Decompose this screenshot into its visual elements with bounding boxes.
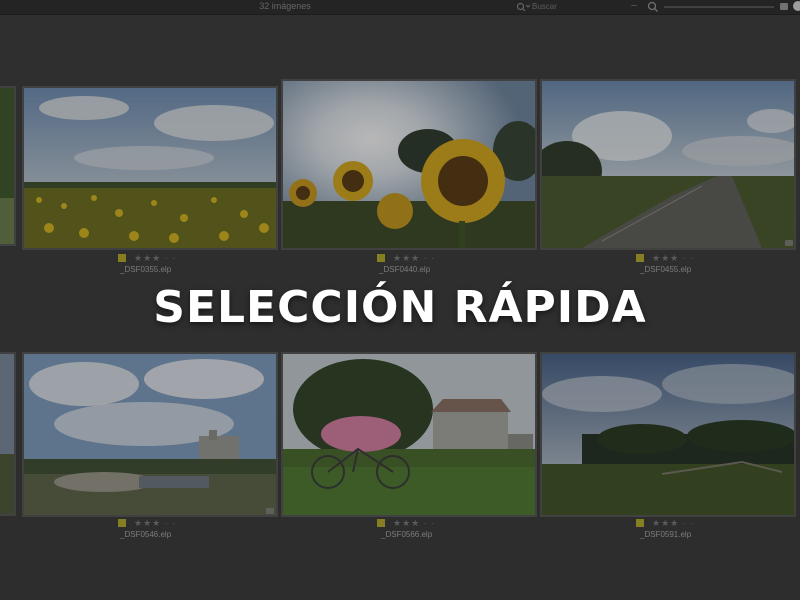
star-rating[interactable]: ★★★ · ·	[134, 254, 176, 263]
thumbnail-image[interactable]	[281, 352, 537, 517]
star-rating[interactable]: ★★★ · ·	[134, 519, 176, 528]
star-rating[interactable]: ★★★ · ·	[652, 519, 694, 528]
thumbnail-image[interactable]	[281, 79, 537, 250]
search-icon	[516, 2, 530, 12]
badge-icon	[785, 240, 793, 246]
image-count: 32 imágenes	[259, 1, 311, 11]
color-label[interactable]	[118, 254, 126, 262]
zoom-icon[interactable]	[647, 1, 659, 13]
color-label[interactable]	[377, 254, 385, 262]
color-label[interactable]	[636, 519, 644, 527]
file-name: _DSF0566.elp	[381, 530, 433, 539]
star-rating[interactable]: ★★★ · ·	[652, 254, 694, 263]
file-name: _DSF0546.elp	[120, 530, 172, 539]
file-name: _DSF0440.elp	[379, 265, 431, 274]
badge-icon	[266, 508, 274, 514]
color-label[interactable]	[636, 254, 644, 262]
partial-thumbnail[interactable]	[0, 86, 16, 246]
zoom-out-button[interactable]: –	[628, 0, 640, 13]
star-rating[interactable]: ★★★ · ·	[393, 519, 435, 528]
color-label[interactable]	[118, 519, 126, 527]
star-rating[interactable]: ★★★ · ·	[393, 254, 435, 263]
thumbnail-image[interactable]	[540, 352, 796, 517]
file-name: _DSF0455.elp	[640, 265, 692, 274]
search-input[interactable]	[532, 1, 640, 12]
minimize-button[interactable]	[780, 3, 788, 10]
thumbnail-image[interactable]	[22, 86, 278, 250]
zoom-slider[interactable]	[664, 6, 774, 8]
headline-title: SELECCIÓN RÁPIDA	[153, 282, 647, 333]
thumbnail-image[interactable]	[540, 79, 796, 250]
color-label[interactable]	[377, 519, 385, 527]
top-toolbar: 32 imágenes –	[0, 0, 800, 15]
partial-thumbnail[interactable]	[0, 352, 16, 516]
file-name: _DSF0355.elp	[120, 265, 172, 274]
thumbnail-image[interactable]	[22, 352, 278, 517]
file-name: _DSF0591.elp	[640, 530, 692, 539]
search-box[interactable]	[516, 1, 640, 12]
close-button[interactable]	[793, 1, 800, 11]
